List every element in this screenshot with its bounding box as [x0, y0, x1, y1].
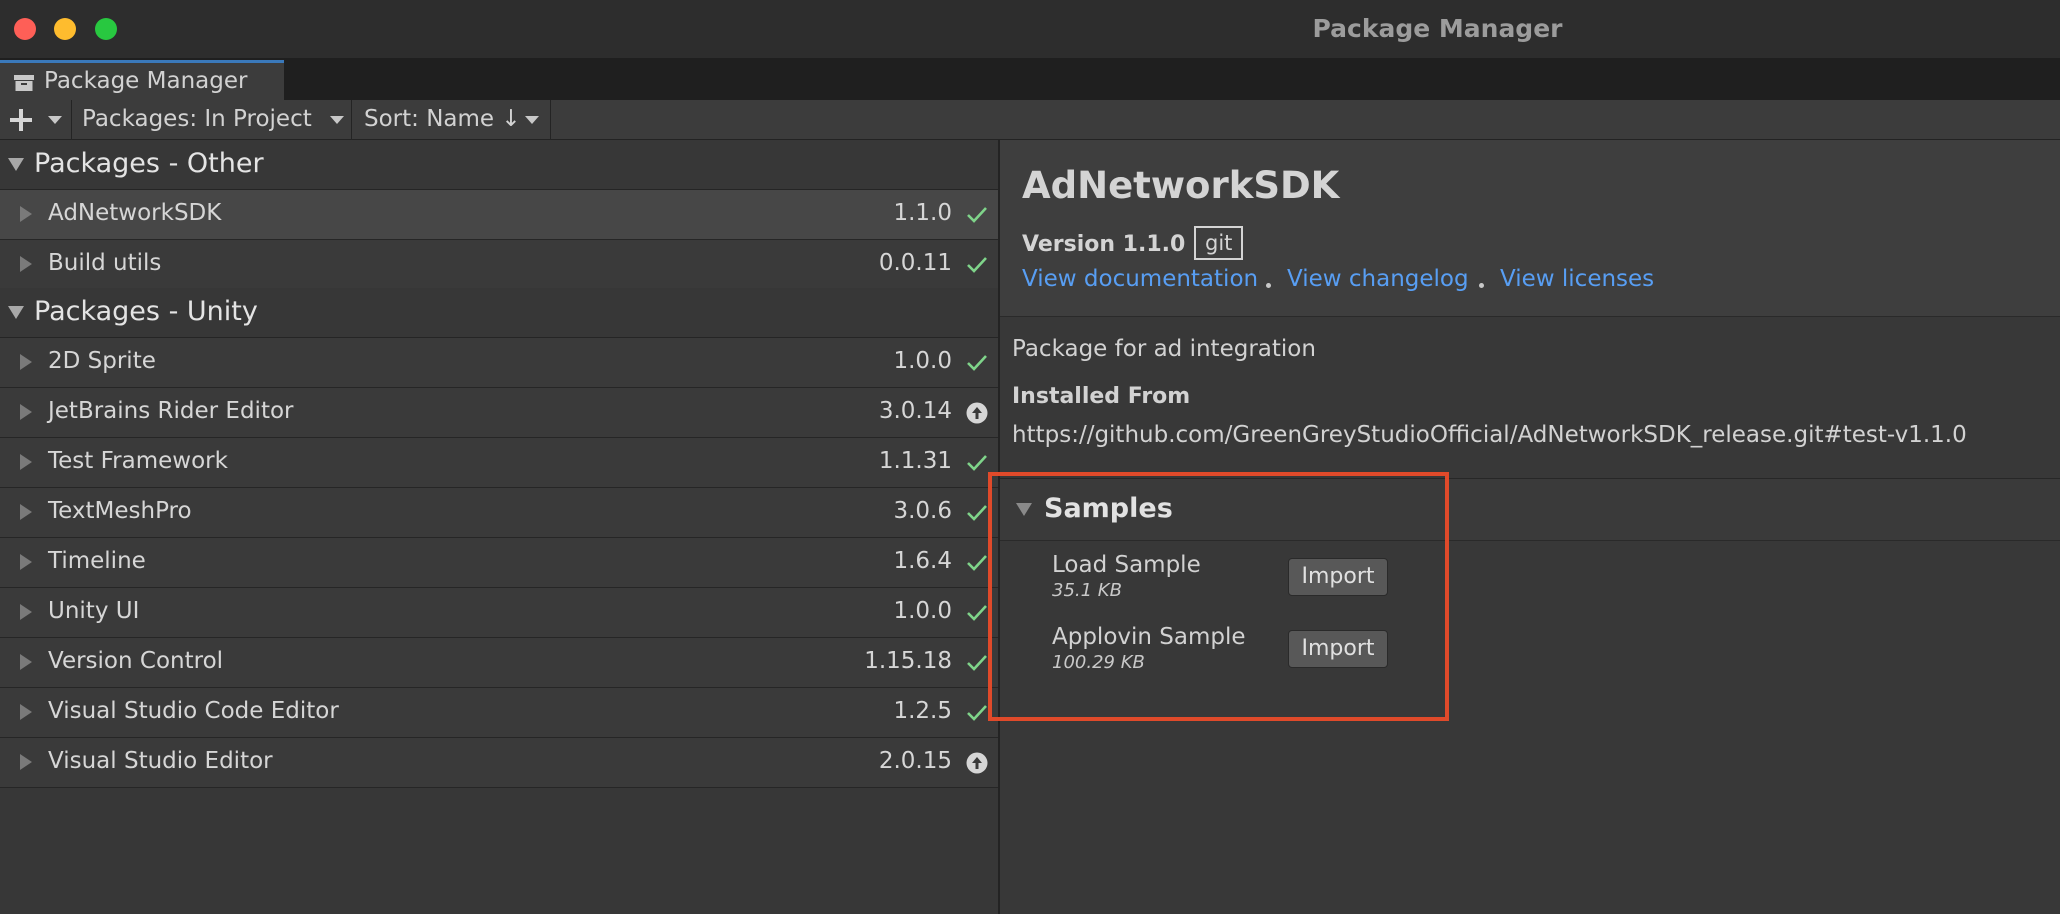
group-header-packages-unity[interactable]: Packages - Unity [0, 288, 998, 338]
package-version: 3.0.6 [893, 498, 952, 524]
package-name: Visual Studio Code Editor [48, 698, 339, 724]
link-separator [1479, 283, 1484, 288]
package-name: Test Framework [48, 448, 228, 474]
check-icon [967, 605, 987, 621]
sort-dropdown[interactable]: Sort: Name ↓ [352, 100, 551, 140]
list-item[interactable]: Version Control 1.15.18 [0, 638, 998, 688]
package-version: 1.2.5 [893, 698, 952, 724]
packages-filter-dropdown[interactable]: Packages: In Project [72, 100, 352, 140]
expand-arrow-icon [20, 554, 32, 570]
expand-arrow-icon [20, 404, 32, 420]
update-available-icon [966, 752, 988, 774]
chevron-down-icon [48, 116, 62, 124]
list-item[interactable]: AdNetworkSDK 1.1.0 [0, 190, 998, 240]
expand-arrow-icon [20, 754, 32, 770]
source-badge: git [1194, 226, 1244, 260]
package-name: Timeline [48, 548, 146, 574]
package-version: 1.15.18 [864, 648, 952, 674]
tab-label: Package Manager [44, 68, 248, 94]
details-header: AdNetworkSDK Version 1.1.0 git View docu… [1000, 140, 2060, 317]
expand-triangle-icon [8, 158, 24, 171]
list-item[interactable]: 2D Sprite 1.0.0 [0, 338, 998, 388]
package-name: Visual Studio Editor [48, 748, 273, 774]
list-item[interactable]: Timeline 1.6.4 [0, 538, 998, 588]
group-label: Packages - Other [34, 148, 264, 179]
view-licenses-link[interactable]: View licenses [1500, 266, 1654, 292]
check-icon [967, 555, 987, 571]
package-version: 1.0.0 [893, 598, 952, 624]
check-icon [967, 355, 987, 371]
check-icon [967, 207, 987, 223]
installed-from-label: Installed From [1012, 384, 1191, 409]
check-icon [967, 705, 987, 721]
check-icon [967, 455, 987, 471]
tab-package-manager[interactable]: Package Manager [0, 60, 284, 100]
expand-arrow-icon [20, 256, 32, 272]
package-name: TextMeshPro [48, 498, 192, 524]
package-name: 2D Sprite [48, 348, 156, 374]
group-label: Packages - Unity [34, 296, 258, 327]
package-version: 1.6.4 [893, 548, 952, 574]
view-documentation-link[interactable]: View documentation [1022, 266, 1258, 292]
expand-arrow-icon [20, 604, 32, 620]
installed-from-url: https://github.com/GreenGreyStudioOffici… [1012, 422, 1967, 448]
check-icon [967, 655, 987, 671]
package-list: Packages - Other AdNetworkSDK 1.1.0 Buil… [0, 140, 998, 914]
package-icon [14, 75, 34, 91]
package-version: 3.0.14 [878, 398, 952, 424]
packages-filter-label: Packages: In Project [82, 106, 312, 132]
chevron-down-icon [525, 116, 539, 124]
window-title-bar: Package Manager [0, 0, 2060, 58]
expand-triangle-icon [8, 306, 24, 319]
package-name: Unity UI [48, 598, 140, 624]
expand-arrow-icon [20, 654, 32, 670]
list-item[interactable]: Visual Studio Code Editor 1.2.5 [0, 688, 998, 738]
package-title: AdNetworkSDK [1022, 164, 1340, 207]
annotation-highlight-box [988, 472, 1449, 721]
expand-arrow-icon [20, 704, 32, 720]
package-name: JetBrains Rider Editor [48, 398, 294, 424]
window-title: Package Manager [1312, 14, 1563, 43]
sort-label: Sort: Name ↓ [364, 106, 521, 132]
package-name: AdNetworkSDK [48, 200, 222, 226]
add-package-button[interactable] [0, 100, 72, 140]
group-header-packages-other[interactable]: Packages - Other [0, 140, 998, 190]
list-item[interactable]: Test Framework 1.1.31 [0, 438, 998, 488]
list-item[interactable]: Visual Studio Editor 2.0.15 [0, 738, 998, 788]
list-item[interactable]: Unity UI 1.0.0 [0, 588, 998, 638]
package-version: 0.0.11 [878, 250, 952, 276]
list-item[interactable]: Build utils 0.0.11 [0, 240, 998, 290]
expand-arrow-icon [20, 504, 32, 520]
view-changelog-link[interactable]: View changelog [1287, 266, 1469, 292]
expand-arrow-icon [20, 206, 32, 222]
chevron-down-icon [330, 116, 344, 124]
package-version: 1.1.0 [893, 200, 952, 226]
tab-bar: Package Manager [0, 58, 2060, 100]
link-separator [1266, 283, 1271, 288]
package-version: 1.1.31 [878, 448, 952, 474]
update-available-icon [966, 402, 988, 424]
expand-arrow-icon [20, 354, 32, 370]
plus-icon [10, 109, 32, 131]
list-item[interactable]: JetBrains Rider Editor 3.0.14 [0, 388, 998, 438]
package-description: Package for ad integration [1012, 336, 1316, 362]
expand-arrow-icon [20, 454, 32, 470]
package-version: 2.0.15 [878, 748, 952, 774]
check-icon [967, 505, 987, 521]
package-version-label: Version 1.1.0 [1022, 232, 1186, 257]
toolbar: Packages: In Project Sort: Name ↓ [0, 100, 2060, 140]
package-name: Build utils [48, 250, 162, 276]
package-name: Version Control [48, 648, 224, 674]
list-item[interactable]: TextMeshPro 3.0.6 [0, 488, 998, 538]
package-version: 1.0.0 [893, 348, 952, 374]
check-icon [967, 257, 987, 273]
